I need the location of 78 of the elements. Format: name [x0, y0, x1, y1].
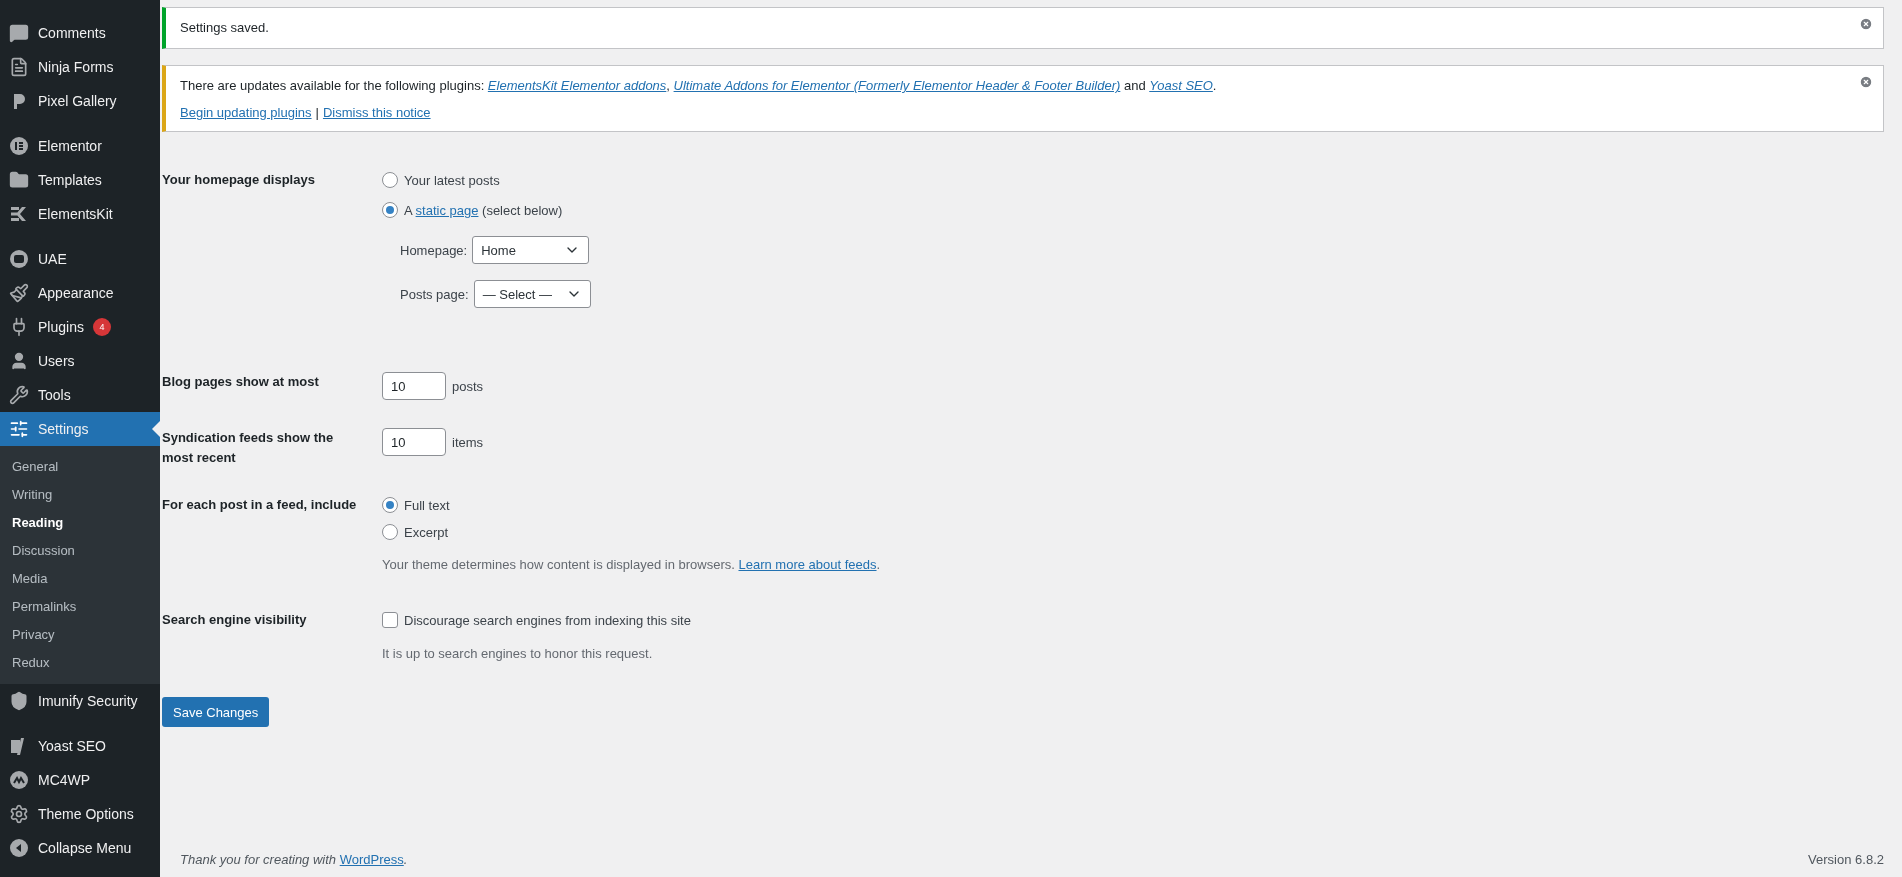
menu-item[interactable]: Pixel Gallery — [0, 84, 160, 118]
close-button[interactable] — [1859, 75, 1873, 90]
gear-icon — [9, 804, 29, 824]
notice-text: There are updates available for the following plugins: ElementsKit Elementor addons, Ultimate Addons for Elementor (Formerly Elementor Header & Footer Builder) and Yoast SEO. — [180, 77, 1218, 96]
menu-item[interactable]: Users — [0, 344, 160, 378]
number-field[interactable]: 10 — [382, 428, 446, 457]
radio-button[interactable] — [382, 172, 398, 189]
submenu-item[interactable]: Writing — [0, 480, 160, 508]
radio-button[interactable] — [382, 202, 398, 219]
submenu-item[interactable]: Privacy — [0, 620, 160, 648]
number-field[interactable]: 10 — [382, 372, 446, 401]
submenu-item[interactable]: Redux — [0, 648, 160, 676]
save-button[interactable]: Save Changes — [162, 697, 270, 728]
radio-button[interactable] — [382, 524, 398, 541]
notice-link[interactable]: Dismiss this notice — [322, 105, 431, 121]
field-label: For each post in a feed, include — [162, 496, 358, 515]
submenu-item[interactable]: Reading — [0, 508, 160, 536]
dropdown[interactable]: — Select — — [473, 280, 591, 309]
notice-text: Settings saved. — [180, 19, 270, 37]
field-label: Search engine visibility — [162, 611, 308, 630]
field-label: Your homepage displays — [162, 171, 316, 190]
learn-more-link[interactable]: Learn more about feeds — [738, 557, 877, 573]
select-label: Homepage: — [400, 242, 468, 258]
menu-item[interactable]: Tools — [0, 378, 160, 412]
sliders-icon — [9, 419, 29, 439]
option-label: Your latest posts — [404, 172, 500, 188]
description-text: Your theme determines how content is displayed in browsers. Learn more about feeds. — [382, 557, 881, 573]
menu-item[interactable]: Settings — [0, 412, 160, 446]
inline-link[interactable]: Yoast SEO — [1149, 78, 1213, 94]
option-label: A static page (select below) — [404, 202, 563, 218]
menu-item[interactable]: Theme Options — [0, 797, 160, 831]
elementor-icon — [9, 136, 29, 156]
checkbox[interactable] — [382, 612, 398, 629]
menu-item[interactable]: Plugins 4 — [0, 310, 160, 344]
menu-item[interactable]: Collapse Menu — [0, 831, 160, 865]
radio-button[interactable] — [382, 497, 398, 514]
field-label: Blog pages show at most — [162, 373, 320, 392]
option-label: Excerpt — [404, 524, 449, 540]
footer-text: Thank you for creating with WordPress. — [180, 852, 408, 867]
unit-label: items — [452, 434, 484, 450]
option-label: Full text — [404, 497, 450, 513]
user-icon — [9, 351, 29, 371]
submenu-item[interactable]: Permalinks — [0, 592, 160, 620]
version-text: Version 6.8.2 — [1808, 852, 1884, 867]
folder-icon — [9, 170, 29, 190]
menu-item[interactable]: ElementsKit — [0, 197, 160, 231]
speech-bubble-icon — [9, 23, 29, 43]
notice-link[interactable]: Begin updating plugins — [180, 105, 312, 121]
menu-item[interactable]: MC4WP — [0, 763, 160, 797]
menu-item[interactable]: Appearance — [0, 276, 160, 310]
close-button[interactable] — [1859, 17, 1873, 31]
inline-link[interactable]: Ultimate Addons for Elementor (Formerly Elementor Header & Footer Builder) — [673, 78, 1121, 94]
collapse-icon — [9, 838, 29, 858]
ek-icon — [9, 204, 29, 224]
description-text: It is up to search engines to honor this request. — [382, 646, 654, 662]
select-label: Posts page: — [400, 286, 469, 302]
wordpress-link[interactable]: WordPress — [339, 852, 404, 867]
paintbrush-icon — [9, 283, 29, 303]
menu-item[interactable]: Comments — [0, 16, 160, 50]
menu-item[interactable]: Templates — [0, 163, 160, 197]
menu-item[interactable]: Imunify Security — [0, 684, 160, 718]
dropdown[interactable]: Home — [472, 236, 590, 265]
field-label: Syndication feeds show the most recent — [162, 429, 335, 467]
separator: | — [315, 105, 319, 121]
form-icon — [9, 57, 29, 77]
submenu-item[interactable]: General — [0, 452, 160, 480]
submenu-item[interactable]: Media — [0, 564, 160, 592]
submenu-item[interactable]: Discussion — [0, 536, 160, 564]
wrench-icon — [9, 385, 29, 405]
menu-item[interactable]: Elementor — [0, 129, 160, 163]
unit-label: posts — [452, 378, 484, 394]
menu-item[interactable]: Ninja Forms — [0, 50, 160, 84]
shield-icon — [9, 691, 29, 711]
checkbox-label: Discourage search engines from indexing this site — [404, 612, 691, 628]
count-badge: 4 — [92, 318, 111, 336]
inline-link[interactable]: static page — [415, 202, 479, 218]
menu-item[interactable]: Yoast SEO — [0, 729, 160, 763]
menu-item[interactable]: UAE — [0, 242, 160, 276]
